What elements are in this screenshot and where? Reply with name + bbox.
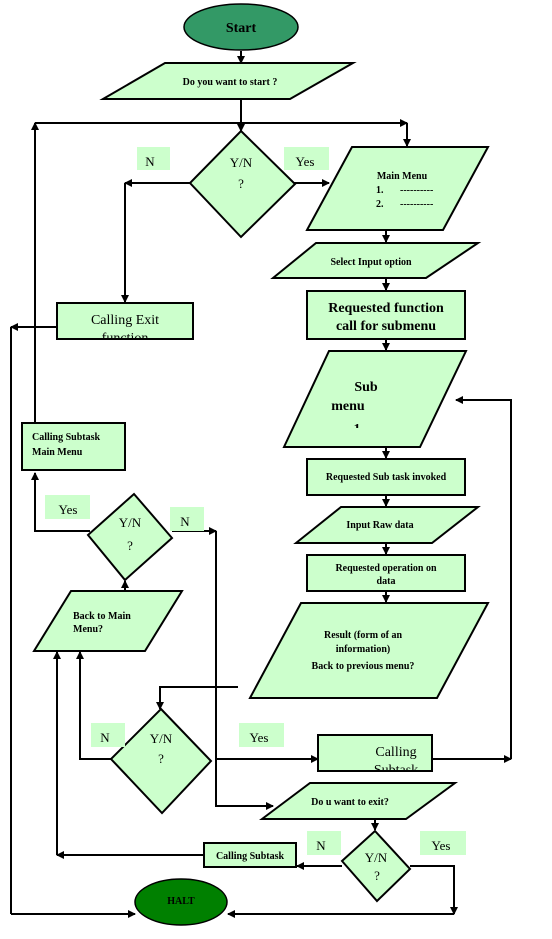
requested-operation-node: Requested operation on data [306,554,466,592]
halt-label: HALT [167,896,195,907]
ask-start-label: Do you want to start ? [183,77,278,88]
main-menu-item-1-number: 1. [376,185,384,196]
start-terminal: Start [183,3,299,51]
decision-1-question: ? [238,176,244,191]
decision-2-label: Y/N [119,515,142,530]
input-raw-label: Input Raw data [346,520,413,531]
sub-task-invoked-label: Requested Sub task invoked [326,472,447,483]
yes-label: Yes [250,730,269,745]
calling-subtask-node: Calling Subtask [203,842,297,868]
calling-subtask-main-line-2: Main Menu [32,447,83,458]
result-node: Result (form of an information) Back to … [248,602,490,699]
select-input-label: Select Input option [330,257,412,268]
back-main-node: Back to Main Menu? [32,590,184,652]
calling-subtask-box-line-1: Calling [375,745,416,760]
sub-menu-node: Sub menu 1 [282,350,468,448]
decision-4-question: ? [374,868,380,883]
sub-menu-line-2: menu [331,399,365,414]
calling-subtask-main-line-1: Calling Subtask [32,432,101,443]
main-menu-item-2-number: 2. [376,199,384,210]
no-label: N [180,514,190,529]
result-line-3: Back to previous menu? [312,661,415,672]
halt-terminal: HALT [134,878,228,926]
no-label: N [145,154,155,169]
no-label: N [100,730,110,745]
no-label: N [316,838,326,853]
back-main-line-1: Back to Main [73,611,131,622]
calling-subtask-box-node: Calling Subtask [317,734,433,772]
back-main-line-2: Menu? [73,624,103,635]
calling-exit-line-1: Calling Exit [91,313,159,328]
main-menu-item-1: ---------- [400,185,433,196]
requested-operation-line-2: data [377,576,396,587]
sub-task-invoked-node: Requested Sub task invoked [306,458,466,496]
decision-1-label: Y/N [230,155,253,170]
calling-subtask-main-node: Calling Subtask Main Menu [21,422,126,471]
main-menu-node: Main Menu 1. ---------- 2. ---------- [305,146,490,231]
calling-subtask-label: Calling Subtask [216,851,285,862]
requested-operation-line-1: Requested operation on [335,563,437,574]
decision-2: Y/N ? Yes N [45,492,204,582]
calling-exit-node: Calling Exit function [56,302,194,340]
result-line-2: information) [336,644,390,655]
decision-3-question: ? [158,751,164,766]
decision-2-question: ? [127,538,133,553]
ask-exit-node: Do u want to exit? [259,782,459,820]
yes-label: Yes [296,154,315,169]
ask-exit-label: Do u want to exit? [311,797,389,808]
sub-menu-line-1: Sub [354,380,378,395]
requested-function-node: Requested function call for submenu [306,290,466,340]
decision-4-label: Y/N [365,850,388,865]
yes-label: Yes [59,502,78,517]
start-label: Start [226,21,257,36]
yes-label: Yes [432,838,451,853]
main-menu-title: Main Menu [377,171,428,182]
result-line-1: Result (form of an [324,630,402,641]
main-menu-item-2: ---------- [400,199,433,210]
flowchart: Start Do you want to start ? Y/N ? N Yes… [10,3,512,926]
input-raw-node: Input Raw data [293,506,481,544]
decision-3: Y/N ? N Yes [91,707,284,815]
select-input-node: Select Input option [270,242,482,279]
decision-3-label: Y/N [150,731,173,746]
ask-start-input: Do you want to start ? [99,62,357,100]
requested-function-line-1: Requested function [328,301,444,316]
requested-function-line-2: call for submenu [336,319,436,334]
